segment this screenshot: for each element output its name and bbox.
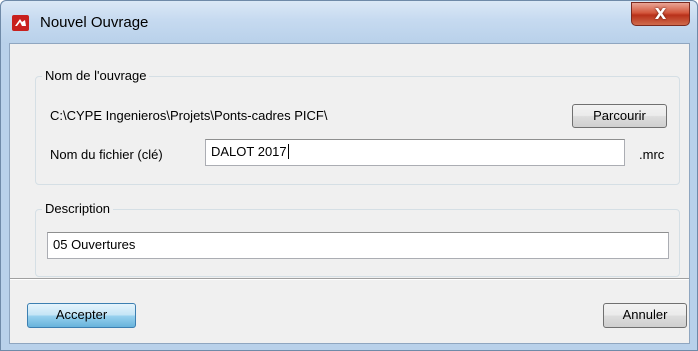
ouvrage-group-legend: Nom de l'ouvrage xyxy=(42,68,150,83)
filename-label: Nom du fichier (clé) xyxy=(50,147,163,162)
description-group-legend: Description xyxy=(42,201,114,216)
cype-logo-icon xyxy=(12,15,29,31)
text-caret xyxy=(287,144,289,159)
dialog-body: Nom de l'ouvrage C:\CYPE Ingenieros\Proj… xyxy=(9,43,690,344)
close-button[interactable]: X xyxy=(631,2,690,26)
dialog-window: Nouvel Ouvrage X Nom de l'ouvrage C:\CYP… xyxy=(0,0,698,351)
ouvrage-group: Nom de l'ouvrage xyxy=(35,68,680,185)
file-extension: .mrc xyxy=(639,147,665,162)
filename-value: DALOT 2017 xyxy=(211,144,287,159)
description-input[interactable]: 05 Ouvertures xyxy=(47,232,669,259)
project-path: C:\CYPE Ingenieros\Projets\Ponts-cadres … xyxy=(50,108,328,123)
title-bar[interactable]: Nouvel Ouvrage X xyxy=(1,1,697,43)
cancel-button[interactable]: Annuler xyxy=(603,303,687,328)
description-value: 05 Ouvertures xyxy=(53,237,136,252)
window-title: Nouvel Ouvrage xyxy=(40,14,149,31)
filename-input[interactable]: DALOT 2017 xyxy=(205,139,625,166)
footer-separator xyxy=(10,278,689,280)
browse-button[interactable]: Parcourir xyxy=(572,104,667,128)
accept-button[interactable]: Accepter xyxy=(27,303,136,328)
close-icon: X xyxy=(654,5,667,23)
